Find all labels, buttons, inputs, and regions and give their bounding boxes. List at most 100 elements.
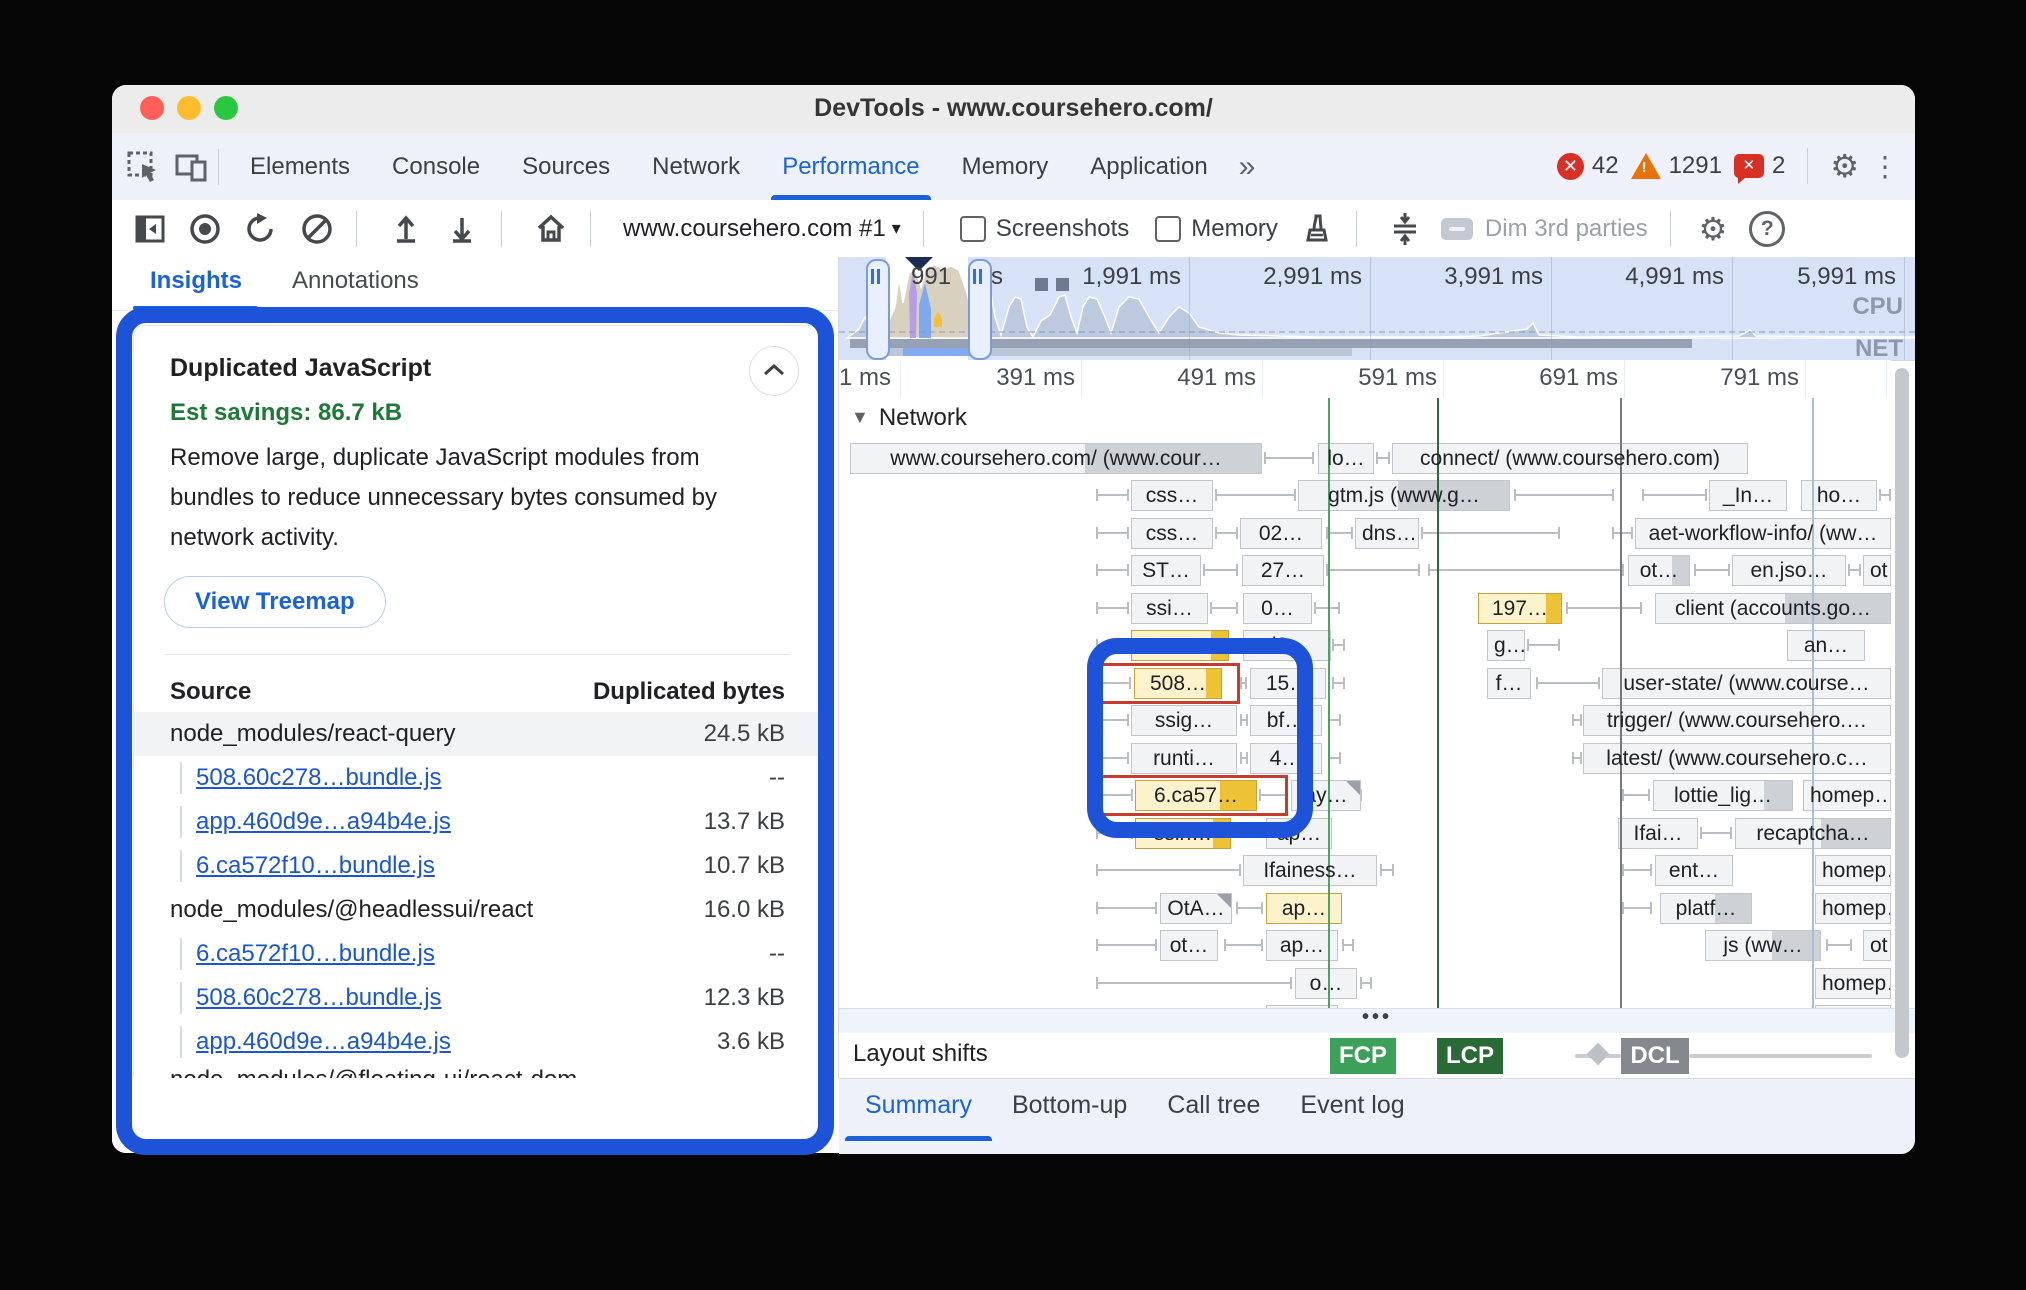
timeline-overview[interactable]: 1,991 ms2,991 ms3,991 ms4,991 ms5,991 ms… xyxy=(839,257,1915,361)
more-tabs-button[interactable]: » xyxy=(1229,134,1266,200)
network-request-bar[interactable]: platf… xyxy=(1660,893,1752,924)
upload-profile-icon[interactable] xyxy=(389,212,423,246)
network-request-bar[interactable]: Ifainess… xyxy=(1243,855,1377,886)
tab-elements[interactable]: Elements xyxy=(229,134,371,200)
issues-count[interactable]: 2 xyxy=(1772,152,1785,180)
network-request-bar[interactable]: Ifai… xyxy=(1618,818,1698,849)
network-request-bar[interactable]: 27… xyxy=(1242,555,1324,586)
memory-label[interactable]: Memory xyxy=(1191,215,1278,243)
error-icon[interactable]: ✕ xyxy=(1557,153,1584,180)
bottom-tab-call-tree[interactable]: Call tree xyxy=(1153,1091,1274,1141)
warning-count[interactable]: 1291 xyxy=(1669,152,1722,180)
tab-annotations[interactable]: Annotations xyxy=(292,267,419,295)
network-request-bar[interactable]: js (ww… xyxy=(1705,930,1821,961)
network-request-bar[interactable]: css… xyxy=(1131,518,1213,549)
collapse-flame-icon[interactable] xyxy=(1389,211,1421,247)
dropdown-arrow-icon[interactable]: ▾ xyxy=(892,218,901,239)
network-flamechart[interactable]: ▼Network www.coursehero.com/ (www.cour… l… xyxy=(839,398,1891,1008)
network-request-bar[interactable]: o… xyxy=(1295,968,1357,999)
network-request-bar[interactable]: ap… xyxy=(1266,893,1342,924)
settings-gear-icon[interactable]: ⚙ xyxy=(1830,150,1859,182)
bottom-tab-bottom-up[interactable]: Bottom-up xyxy=(998,1091,1141,1141)
help-icon[interactable]: ? xyxy=(1749,211,1785,247)
network-request-bar[interactable]: ssi… xyxy=(1131,593,1208,624)
network-request-bar[interactable]: gtm.js (www.g… xyxy=(1298,480,1510,511)
network-request-bar[interactable]: ot… xyxy=(1160,930,1218,961)
network-request-bar[interactable]: an… xyxy=(1787,630,1865,661)
network-request-bar[interactable]: aet-workflow-info/ (ww… xyxy=(1635,518,1891,549)
network-request-bar[interactable]: trigger/ (www.coursehero.… xyxy=(1583,705,1891,736)
record-icon[interactable] xyxy=(188,212,222,246)
network-section-header[interactable]: ▼Network xyxy=(851,404,967,432)
network-request-bar[interactable]: _In… xyxy=(1709,480,1787,511)
tab-performance[interactable]: Performance xyxy=(761,134,940,200)
network-request-bar[interactable]: homep… xyxy=(1803,780,1891,811)
network-request-bar[interactable]: en.jso… xyxy=(1732,555,1846,586)
memory-checkbox[interactable] xyxy=(1155,216,1181,242)
issues-icon[interactable]: ✕ xyxy=(1734,154,1764,178)
net-track-label: NET xyxy=(1855,335,1903,361)
tab-network[interactable]: Network xyxy=(631,134,761,200)
network-request-bar[interactable]: ent… xyxy=(1655,855,1733,886)
request-whisker xyxy=(1224,944,1263,946)
overview-left-handle[interactable] xyxy=(866,259,890,360)
collapsed-tracks-strip[interactable]: ••• xyxy=(839,1008,1915,1034)
device-toolbar-icon[interactable] xyxy=(174,150,208,184)
profile-select[interactable]: www.coursehero.com #1 xyxy=(623,215,886,243)
bottom-tab-summary[interactable]: Summary xyxy=(851,1091,986,1141)
network-request-bar[interactable]: latest/ (www.coursehero.c… xyxy=(1583,743,1891,774)
marker-badge-fcp[interactable]: FCP xyxy=(1330,1038,1396,1074)
network-request-bar[interactable]: user-state/ (www.course… xyxy=(1602,668,1891,699)
marker-badge-dcl[interactable]: DCL xyxy=(1621,1038,1689,1074)
network-request-bar[interactable]: homep… xyxy=(1815,855,1891,886)
flamechart-scrollbar[interactable] xyxy=(1895,368,1909,1058)
network-request-bar[interactable]: homep… xyxy=(1815,893,1891,924)
network-request-bar[interactable]: lo… xyxy=(1318,443,1374,474)
network-request-bar[interactable]: OtA… xyxy=(1160,893,1232,924)
network-request-bar[interactable]: ho… xyxy=(1801,480,1877,511)
network-request-bar[interactable]: ot xyxy=(1863,930,1891,961)
request-whisker xyxy=(1215,532,1238,534)
warning-icon[interactable] xyxy=(1631,153,1661,179)
network-request-bar[interactable]: dns… xyxy=(1355,518,1419,549)
kebab-menu-icon[interactable]: ⋮ xyxy=(1871,150,1899,183)
overview-right-handle[interactable] xyxy=(968,259,992,360)
dim-3rd-parties-toggle[interactable] xyxy=(1441,218,1473,240)
reload-icon[interactable] xyxy=(244,212,278,246)
network-request-bar[interactable]: css… xyxy=(1131,480,1213,511)
tab-memory[interactable]: Memory xyxy=(941,134,1070,200)
capture-settings-gear-icon[interactable]: ⚙ xyxy=(1699,213,1728,245)
tab-application[interactable]: Application xyxy=(1069,134,1228,200)
tab-insights[interactable]: Insights xyxy=(150,267,242,295)
network-request-bar[interactable]: g… xyxy=(1487,630,1525,661)
network-request-bar[interactable]: recaptcha… xyxy=(1735,818,1891,849)
download-profile-icon[interactable] xyxy=(445,212,479,246)
home-icon[interactable] xyxy=(534,212,568,246)
bottom-tab-event-log[interactable]: Event log xyxy=(1286,1091,1418,1141)
clear-icon[interactable] xyxy=(300,212,334,246)
network-request-bar[interactable]: ST… xyxy=(1131,555,1201,586)
network-request-bar[interactable]: lottie_lig… xyxy=(1653,780,1793,811)
network-request-bar[interactable]: ot xyxy=(1863,555,1891,586)
network-request-bar[interactable]: ap… xyxy=(1266,930,1338,961)
network-request-bar[interactable]: www.coursehero.com/ (www.cour… xyxy=(850,443,1262,474)
tab-console[interactable]: Console xyxy=(371,134,501,200)
tab-sources[interactable]: Sources xyxy=(501,134,631,200)
network-request-bar[interactable]: connect/ (www.coursehero.com) xyxy=(1392,443,1748,474)
screenshots-checkbox[interactable] xyxy=(960,216,986,242)
request-whisker xyxy=(1328,719,1341,721)
inspect-icon[interactable] xyxy=(126,150,160,184)
network-request-bar[interactable]: f… xyxy=(1487,668,1531,699)
collapse-triangle-icon[interactable]: ▼ xyxy=(851,407,869,428)
network-request-bar[interactable]: 0… xyxy=(1243,593,1312,624)
network-request-bar[interactable]: 02… xyxy=(1240,518,1322,549)
toggle-sidebar-icon[interactable] xyxy=(134,213,166,245)
network-request-bar[interactable]: homep… xyxy=(1815,968,1891,999)
network-request-bar[interactable]: client (accounts.go… xyxy=(1655,593,1891,624)
network-request-bar[interactable]: 197… xyxy=(1478,593,1562,624)
garbage-collect-icon[interactable] xyxy=(1300,212,1334,246)
screenshots-label[interactable]: Screenshots xyxy=(996,215,1129,243)
marker-badge-lcp[interactable]: LCP xyxy=(1437,1038,1503,1074)
network-request-bar[interactable]: ot… xyxy=(1628,555,1690,586)
error-count[interactable]: 42 xyxy=(1592,152,1619,180)
